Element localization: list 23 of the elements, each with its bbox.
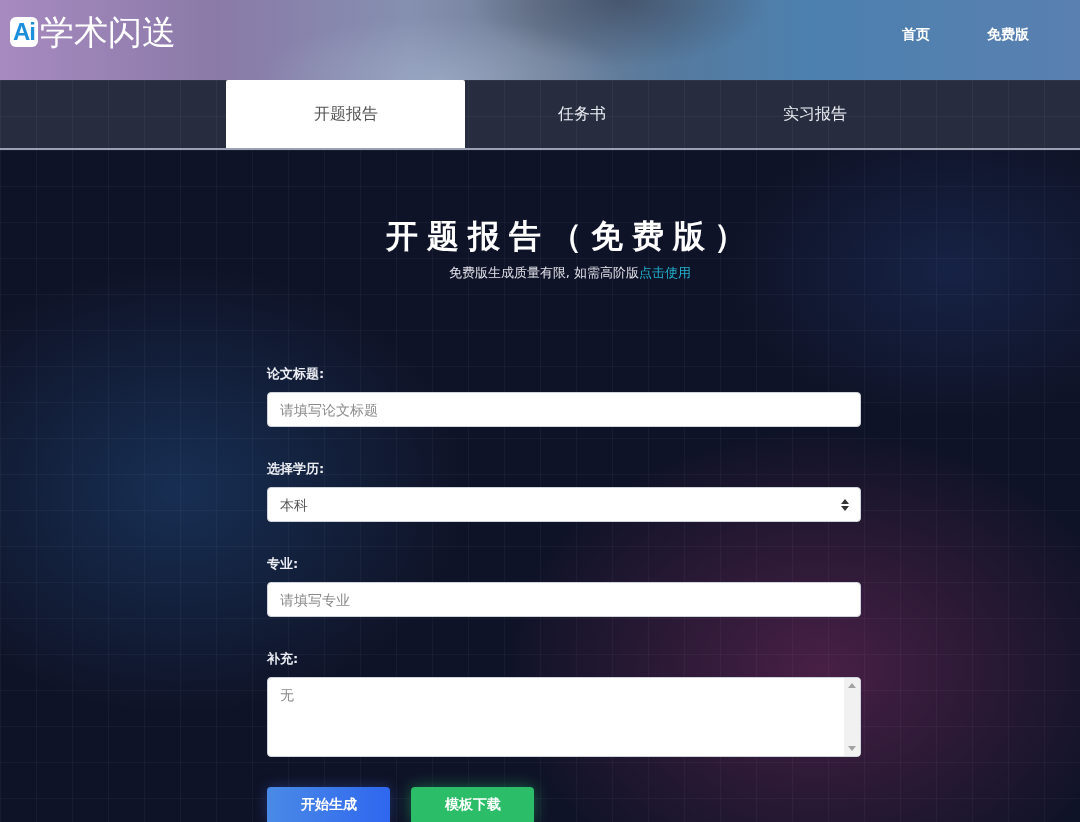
page-title: 开题报告（免费版） — [384, 216, 756, 256]
notice-text: 免费版生成质量有限, 如需高阶版 — [448, 265, 640, 280]
text-input[interactable]: 请填写论文标题 — [267, 392, 861, 427]
site-name: 学术闪送 — [40, 12, 176, 52]
scroll-up-icon[interactable] — [848, 683, 856, 688]
tab[interactable]: 任务书 — [465, 80, 698, 148]
tab[interactable]: 实习报告 — [698, 80, 931, 148]
nav-link[interactable]: 首页 — [902, 24, 930, 44]
nav-link[interactable]: 免费版 — [987, 24, 1029, 44]
text-input[interactable]: 请填写专业 — [267, 582, 861, 617]
education-select[interactable]: 本科 — [267, 487, 861, 522]
text-area[interactable]: 无 — [267, 677, 861, 757]
field-label: 论文标题: — [267, 365, 325, 383]
tab[interactable]: 开题报告 — [226, 80, 465, 148]
scroll-down-icon[interactable] — [848, 746, 856, 751]
use-link[interactable]: 点击使用 — [639, 265, 692, 280]
field-label: 补充: — [267, 650, 299, 668]
logo-mark: Ai — [10, 17, 38, 47]
scrollbar[interactable] — [844, 678, 860, 756]
sort-caret-icon — [841, 499, 849, 511]
field-label: 选择学历: — [267, 460, 325, 478]
action-button[interactable]: 开始生成 — [267, 787, 390, 822]
field-label: 专业: — [267, 555, 299, 573]
